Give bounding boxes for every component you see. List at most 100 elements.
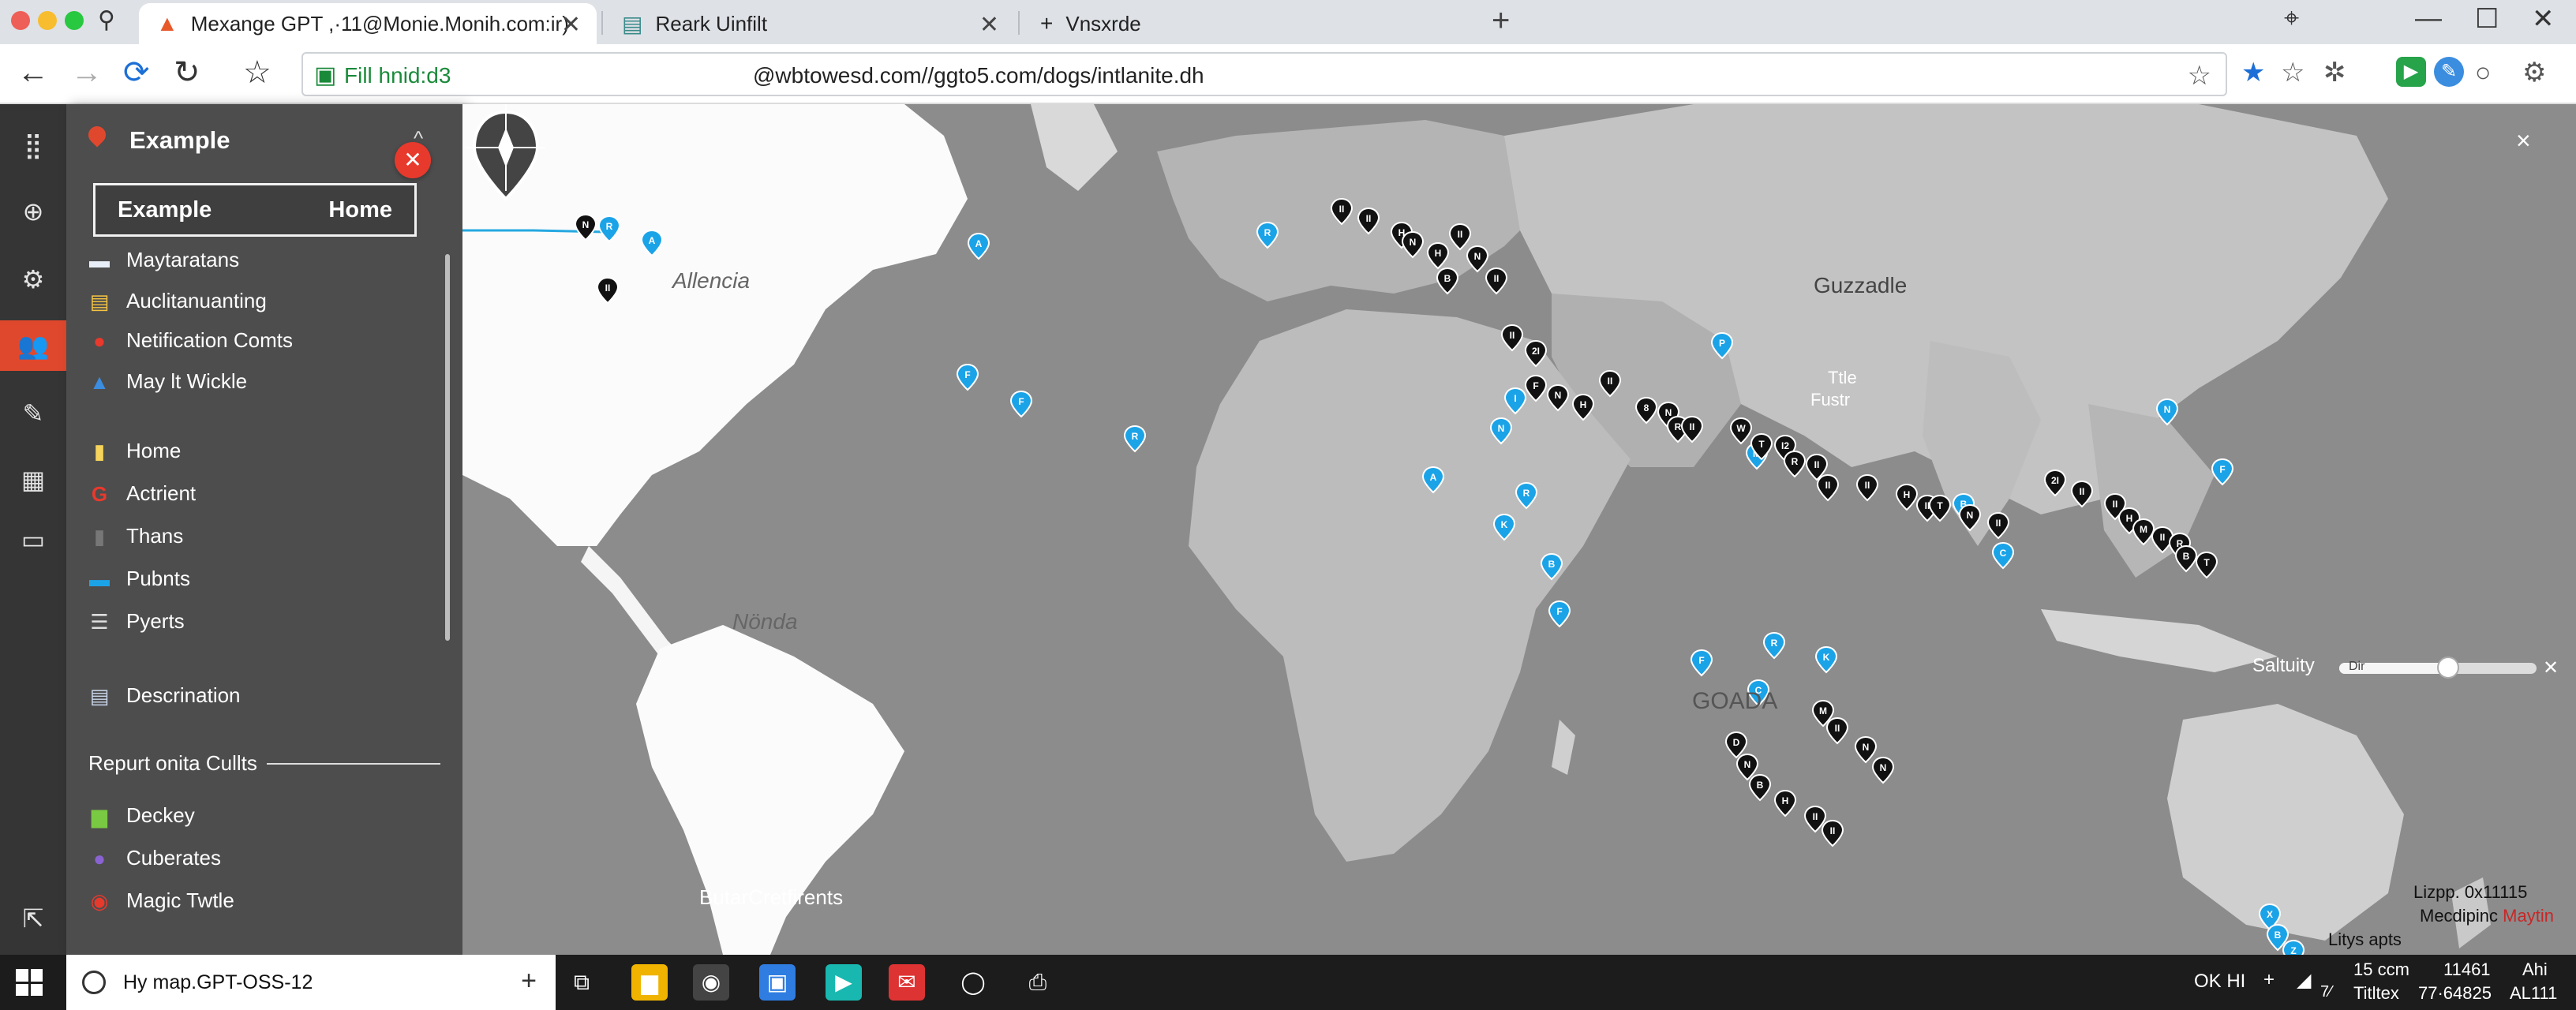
sidebar-item-actrient[interactable]: G Actrient — [87, 481, 196, 506]
network-icon[interactable]: ◢ — [2297, 969, 2311, 992]
map-marker-black[interactable]: II — [1855, 473, 1879, 502]
edit-icon[interactable]: ✎ — [0, 388, 66, 439]
map-marker-black[interactable]: T — [1928, 494, 1952, 522]
target-icon[interactable]: ⊕ — [0, 186, 66, 237]
map-marker-blue[interactable]: R — [1123, 425, 1147, 453]
extension-blue-icon[interactable]: ✎ — [2434, 57, 2464, 87]
map-marker-blue[interactable]: F — [956, 363, 979, 391]
pin-icon[interactable]: ⚲ — [98, 6, 115, 34]
users-icon[interactable]: 👥 — [0, 320, 66, 371]
sidebar-item-auclitanuanting[interactable]: ▤ Auclitanuanting — [87, 289, 267, 313]
table-icon[interactable]: ▦ — [0, 454, 66, 505]
map-marker-black[interactable]: H — [1773, 789, 1797, 817]
minimize-icon[interactable]: — — [2415, 3, 2442, 34]
extensions-icon[interactable]: ✲ — [2323, 57, 2346, 88]
slider-handle[interactable] — [2436, 656, 2459, 679]
windows-start-icon[interactable] — [16, 969, 43, 996]
sidebar-item-descrination[interactable]: ▤ Descrination — [87, 683, 241, 708]
search-icon[interactable]: ○ — [2475, 57, 2492, 88]
extension-green-icon[interactable]: ▶ — [2396, 57, 2426, 87]
tray-status[interactable]: OK HI — [2194, 971, 2245, 993]
pin-star-icon[interactable]: ★ — [2241, 57, 2265, 88]
star-icon[interactable]: ☆ — [2188, 60, 2211, 92]
map-marker-black[interactable]: B — [1748, 773, 1772, 802]
sidebar-item-notification[interactable]: ● Netification Comts — [87, 328, 293, 353]
window-icon[interactable]: ▭ — [0, 514, 66, 565]
settings-circle-icon[interactable]: ◯ — [955, 964, 991, 1001]
map-marker-black[interactable]: H — [1895, 483, 1919, 511]
maximize-icon[interactable]: ☐ — [2475, 3, 2499, 35]
map-marker-black[interactable]: R — [1783, 450, 1807, 478]
close-window-button[interactable] — [11, 11, 30, 30]
sidebar-item-magic-twtle[interactable]: ◉ Magic Twtle — [87, 888, 234, 913]
map-marker-black[interactable]: II — [1816, 473, 1840, 502]
map-marker-black[interactable]: II — [1986, 511, 2010, 540]
map-marker-black[interactable]: D — [1724, 731, 1748, 759]
settings-icon[interactable]: ⚙ — [2522, 57, 2546, 88]
map-marker-black[interactable]: B — [1436, 267, 1459, 295]
map-marker-blue[interactable]: K — [1814, 645, 1838, 674]
map-marker-blue[interactable]: R — [1762, 631, 1786, 660]
map-marker-black[interactable]: II — [1825, 716, 1849, 745]
messaging-icon[interactable]: ▶ — [826, 964, 862, 1001]
task-view-icon[interactable]: ⧉ — [564, 964, 600, 1001]
taskbar-search[interactable]: Hy map.GPT-OSS-12 + — [66, 955, 556, 1010]
map-marker-blue[interactable]: F — [1548, 600, 1571, 628]
menu-icon[interactable]: ⌖ — [2284, 3, 2299, 34]
forward-arrow-icon[interactable]: → — [71, 55, 103, 90]
map-marker-black[interactable]: B — [2174, 544, 2198, 573]
map-marker-black[interactable]: N — [1854, 735, 1878, 764]
sidebar-item-deckey[interactable]: ▆ Deckey — [87, 803, 195, 828]
gear-icon[interactable]: ⚙ — [0, 254, 66, 305]
add-icon[interactable]: + — [521, 966, 537, 997]
map-marker-black[interactable]: W — [1729, 417, 1753, 445]
reload-icon[interactable]: ⟳ — [123, 55, 150, 90]
refresh-icon[interactable]: ↻ — [174, 55, 200, 90]
sidebar-item-pubnts[interactable]: ▬ Pubnts — [87, 567, 190, 591]
map-marker-blue[interactable]: F — [1690, 649, 1713, 677]
map-marker-blue[interactable]: A — [967, 232, 990, 260]
apps-grid-icon[interactable]: ⣿ — [0, 120, 66, 170]
new-tab-button[interactable]: + — [1492, 3, 1510, 39]
bookmark-star-icon[interactable]: ☆ — [243, 55, 271, 90]
tray-arrow-icon[interactable]: + — [2263, 969, 2275, 991]
address-bar[interactable]: ▣ Fill hnid:d3 @wbtowesd.com//ggto5.com/… — [301, 52, 2227, 96]
close-icon[interactable]: ✕ — [2532, 3, 2555, 35]
screenshot-icon[interactable]: ⎙ — [1020, 964, 1056, 1001]
gmail-icon[interactable]: ✉ — [889, 964, 925, 1001]
map-marker-black[interactable]: II — [1485, 267, 1508, 295]
world-map[interactable]: RAAFFRRNARIPMRKBCNFFCXBZKBFNIIIIIIHNHIIN… — [462, 104, 2576, 955]
zoom-window-button[interactable] — [65, 11, 84, 30]
minimize-window-button[interactable] — [38, 11, 57, 30]
map-marker-blue[interactable]: F — [1009, 390, 1033, 418]
tab-1-close-icon[interactable]: ✕ — [979, 11, 999, 39]
back-arrow-icon[interactable]: ← — [17, 55, 49, 90]
sidebar-item-may-wickle[interactable]: ▲ May lt Wickle — [87, 369, 247, 394]
sidebar-item-home[interactable]: ▮ Home — [87, 439, 182, 463]
share-icon[interactable]: ⇱ — [0, 893, 66, 944]
map-marker-black[interactable]: T — [2195, 551, 2218, 579]
tab-0-close-icon[interactable]: ✕ — [561, 11, 581, 39]
sidebar-item-thans[interactable]: ▮ Thans — [87, 524, 183, 548]
map-marker-black[interactable]: N — [1871, 756, 1895, 784]
slider-close-icon[interactable]: ✕ — [2543, 656, 2559, 679]
photos-icon[interactable]: ▣ — [759, 964, 796, 1001]
map-marker-blue[interactable]: C — [1991, 541, 2015, 570]
file-explorer-icon[interactable]: ▆ — [631, 964, 668, 1001]
close-panel-button[interactable]: ✕ — [395, 142, 431, 178]
tab-2[interactable]: + Vnsxrde — [1023, 3, 1465, 44]
sidebar-scrollbar[interactable] — [445, 254, 450, 641]
tab-0[interactable]: ▲ Mexange GPT ,·11@Monie.Monih.com:ir) ✕ — [139, 3, 597, 44]
map-marker-blue[interactable]: Z — [2282, 939, 2305, 955]
compass-icon[interactable] — [462, 104, 549, 215]
map-marker-black[interactable]: II — [1821, 819, 1844, 847]
map-close-icon[interactable]: × — [2516, 126, 2531, 155]
favorites-icon[interactable]: ☆ — [2281, 57, 2305, 88]
sidebar-item-cuberates[interactable]: ● Cuberates — [87, 846, 221, 870]
sidebar-item-pyerts[interactable]: ☰ Pyerts — [87, 609, 184, 634]
chrome-icon[interactable]: ◉ — [693, 964, 729, 1001]
map-marker-blue[interactable]: F — [2211, 458, 2234, 486]
tab-1[interactable]: ▤ Reark Uinfilt ✕ — [605, 3, 1015, 44]
workspace-selector[interactable]: Example Home — [93, 183, 417, 237]
sidebar-item-maytaratans[interactable]: ▬ Maytaratans — [87, 248, 239, 272]
